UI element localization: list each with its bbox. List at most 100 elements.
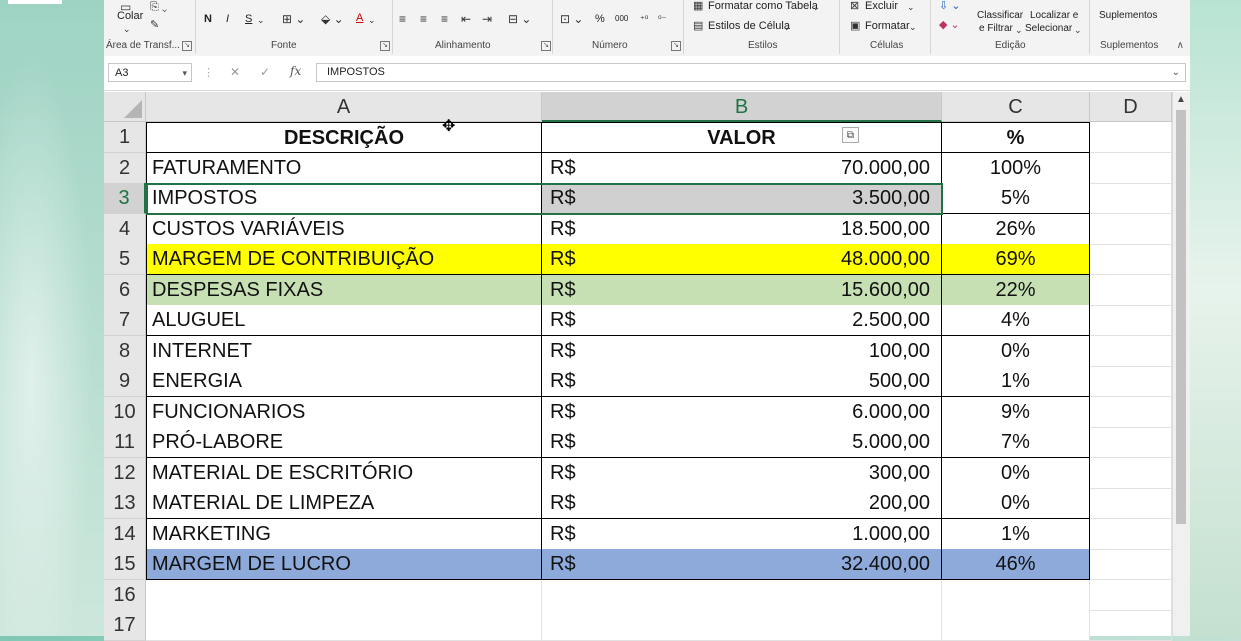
copy-icon[interactable]: ⎘ ⌄ [150,0,167,14]
cell-a1[interactable]: DESCRIÇÃO [146,122,542,153]
cancel-icon[interactable]: ✕ [230,65,240,79]
align-center-icon[interactable]: ≡ [420,12,427,26]
cell-a4[interactable]: CUSTOS VARIÁVEIS [146,213,542,245]
row-header[interactable]: 10 [104,396,146,428]
font-color-dropdown-icon[interactable]: ⌄ [368,13,376,27]
cell-d8[interactable] [1090,335,1172,367]
spreadsheet-grid[interactable]: A B C D 1 DESCRIÇÃO VALOR% 2 FATURAMENTO R$ 70.000… [104,92,1172,641]
find-select-button-line2[interactable]: Selecionar [1025,23,1072,34]
increase-indent-icon[interactable]: ⇥ [482,12,492,26]
cell-b11[interactable]: R$ 5.000,00 [542,427,942,458]
cell-b5[interactable]: R$ 48.000,00 [542,244,942,275]
cell-b10[interactable]: R$ 6.000,00 [542,396,942,428]
format-cells-dropdown-icon[interactable]: ⌄ [909,20,917,34]
row-header[interactable]: 6 [104,274,146,306]
formula-input[interactable]: IMPOSTOS ⌄ [316,63,1186,82]
row-header[interactable]: 4 [104,213,146,245]
cell-c11[interactable]: 7% [942,427,1090,458]
cell-b1[interactable]: VALOR [542,122,942,153]
row-header[interactable]: 17 [104,610,146,641]
cell-a8[interactable]: INTERNET [146,335,542,367]
cell-a17[interactable] [146,610,542,641]
cell-d6[interactable] [1090,274,1172,306]
row-header[interactable]: 2 [104,152,146,184]
cell-c5[interactable]: 69% [942,244,1090,275]
cell-styles-icon[interactable]: ▤ [693,19,703,33]
cell-a14[interactable]: MARKETING [146,518,542,550]
cell-b8[interactable]: R$ 100,00 [542,335,942,367]
cell-d13[interactable] [1090,488,1172,519]
bold-button[interactable]: N [204,13,212,25]
cell-a13[interactable]: MATERIAL DE LIMPEZA [146,488,542,519]
row-header[interactable]: 9 [104,366,146,397]
row-header[interactable]: 7 [104,305,146,336]
cell-d7[interactable] [1090,305,1172,336]
format-cells-button[interactable]: Formatar [865,20,910,32]
clear-icon[interactable]: ◆ ⌄ [939,18,960,32]
row-header[interactable]: 11 [104,427,146,458]
cell-styles-button[interactable]: Estilos de Célula [708,20,790,32]
cell-b4[interactable]: R$ 18.500,00 [542,213,942,245]
insert-function-button[interactable]: fx [290,64,301,78]
cell-c9[interactable]: 1% [942,366,1090,397]
paste-button[interactable]: Colar [117,10,143,22]
decrease-indent-icon[interactable]: ⇤ [461,12,471,26]
column-header-c[interactable]: C [942,92,1090,122]
cell-b12[interactable]: R$ 300,00 [542,457,942,489]
cell-b16[interactable] [542,579,942,611]
format-as-table-button[interactable]: Formatar como Tabela [708,0,818,12]
cell-c1[interactable]: % [942,122,1090,153]
cell-a11[interactable]: PRÓ-LABORE [146,427,542,458]
cell-d2[interactable] [1090,152,1172,184]
cell-d3[interactable] [1090,183,1172,214]
alignment-launcher-icon[interactable]: ↘ [541,41,551,51]
cell-c17[interactable] [942,610,1090,641]
cell-c10[interactable]: 9% [942,396,1090,428]
name-box-dropdown-icon[interactable]: ▾ [182,64,187,83]
cell-b15[interactable]: R$ 32.400,00 [542,549,942,580]
column-header-d[interactable]: D [1090,92,1172,122]
sort-filter-button[interactable]: Classificar [977,10,1023,21]
italic-button[interactable]: I [226,13,229,25]
cell-b9[interactable]: R$ 500,00 [542,366,942,397]
fill-icon[interactable]: ⇩ ⌄ [939,0,961,13]
cell-c13[interactable]: 0% [942,488,1090,519]
row-header[interactable]: 13 [104,488,146,519]
row-header[interactable]: 14 [104,518,146,550]
find-select-button[interactable]: Localizar e [1030,10,1078,21]
row-header[interactable]: 16 [104,579,146,611]
cell-d11[interactable] [1090,427,1172,458]
underline-dropdown-icon[interactable]: ⌄ [257,13,265,27]
cell-d4[interactable] [1090,213,1172,245]
cell-a5[interactable]: MARGEM DE CONTRIBUIÇÃO [146,244,542,275]
cell-a6[interactable]: DESPESAS FIXAS [146,274,542,306]
cell-a12[interactable]: MATERIAL DE ESCRITÓRIO [146,457,542,489]
cell-c3[interactable]: 5% [942,183,1090,214]
sort-filter-dropdown-icon[interactable]: ⌄ [1015,23,1023,37]
cell-a2[interactable]: FATURAMENTO [146,152,542,184]
comma-style-button[interactable]: 000 [615,14,628,23]
cell-d14[interactable] [1090,518,1172,550]
underline-button[interactable]: S [245,13,252,25]
row-header[interactable]: 5 [104,244,146,275]
align-right-icon[interactable]: ≡ [441,12,448,26]
column-header-b[interactable]: B [542,92,942,122]
cell-b3[interactable]: R$ 3.500,00 [542,183,942,214]
column-header-a[interactable]: A [146,92,542,122]
cell-c6[interactable]: 22% [942,274,1090,306]
align-left-icon[interactable]: ≡ [399,12,406,26]
cell-b14[interactable]: R$ 1.000,00 [542,518,942,550]
cell-b17[interactable] [542,610,942,641]
increase-decimal-icon[interactable]: ⁺⁰ [640,12,648,26]
cell-d15[interactable] [1090,549,1172,580]
fill-color-icon[interactable]: ⬙ ⌄ [321,12,344,26]
cell-b13[interactable]: R$ 200,00 [542,488,942,519]
row-header[interactable]: 8 [104,335,146,367]
cell-a15[interactable]: MARGEM DE LUCRO [146,549,542,580]
merge-center-icon[interactable]: ⊟ ⌄ [508,12,531,26]
cell-c8[interactable]: 0% [942,335,1090,367]
cell-c15[interactable]: 46% [942,549,1090,580]
cell-a7[interactable]: ALUGUEL [146,305,542,336]
cell-d9[interactable] [1090,366,1172,397]
delete-cells-dropdown-icon[interactable]: ⌄ [907,0,915,14]
